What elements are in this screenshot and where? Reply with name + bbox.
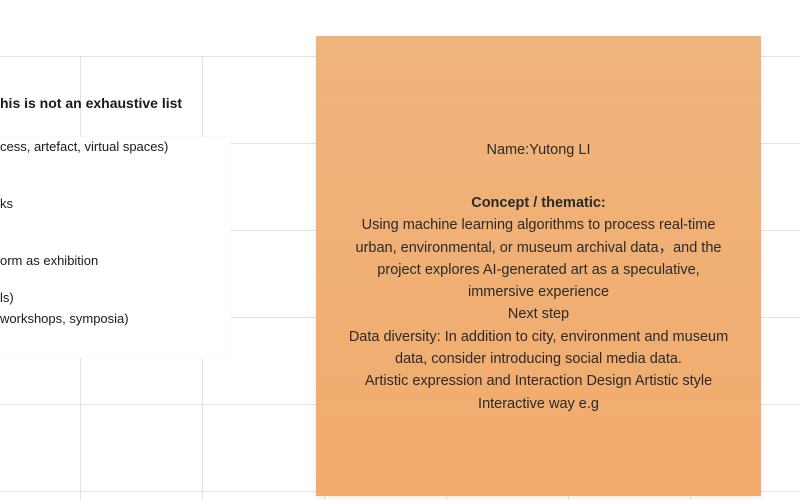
text-card[interactable]: cess, artefact, virtual spaces) ks orm a… [0,137,231,358]
list-item: ks [0,196,13,211]
list-item: orm as exhibition [0,253,99,268]
data-diversity-text: Data diversity: In addition to city, env… [348,328,729,368]
whiteboard-canvas[interactable]: his is not an exhaustive list cess, arte… [0,0,800,500]
sticky-note-body: Concept / thematic: Using machine learni… [344,170,733,415]
next-step-label: Next step [507,306,570,323]
sticky-note[interactable]: Name:Yutong LI Concept / thematic: Using… [316,36,761,496]
list-item: cess, artefact, virtual spaces) [0,139,169,154]
artistic-expression-text: Artistic expression and Interaction Desi… [364,373,713,412]
sticky-note-name: Name:Yutong LI [486,142,591,158]
list-item: workshops, symposia) [0,311,129,326]
list-heading: his is not an exhaustive list [0,95,183,111]
concept-title: Concept / thematic: [471,195,606,211]
list-item: ls) [0,290,14,305]
concept-text: Using machine learning algorithms to pro… [355,217,722,301]
